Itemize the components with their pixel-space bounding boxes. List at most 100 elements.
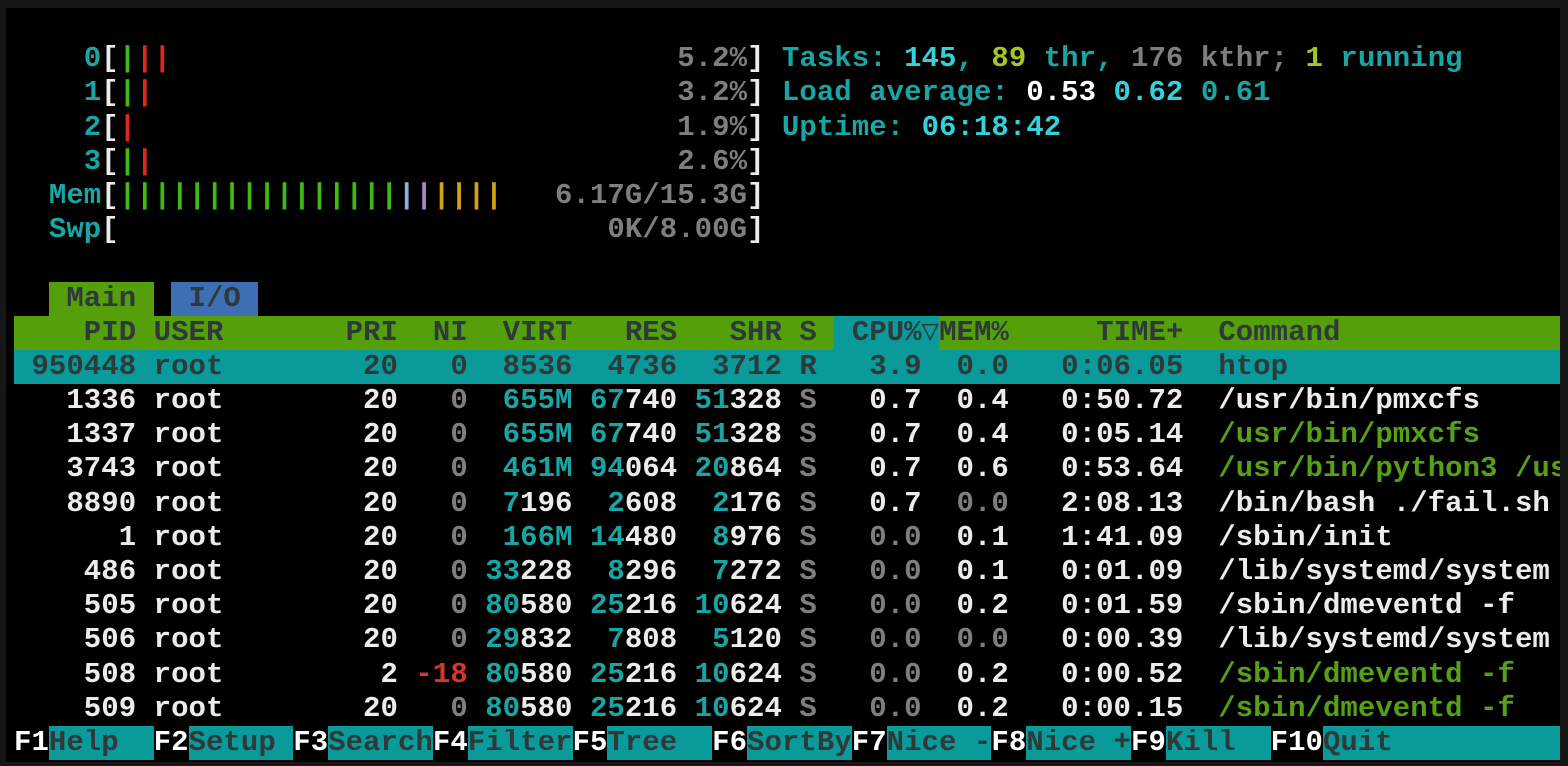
load-5min: 0.62 [1114, 76, 1184, 110]
sort-column-cpu[interactable]: CPU%▽ [834, 316, 939, 350]
cpu0-meter-line: 0[||| 5.2%] Tasks: 145, 89 thr, 176 kthr… [14, 42, 1560, 76]
cpu1-bars-kernel: | [136, 76, 153, 110]
f9-key[interactable]: F9 [1131, 726, 1166, 760]
f1-key[interactable]: F1 [14, 726, 49, 760]
cpu0-bars-kernel: || [136, 42, 171, 76]
meter-close-bracket: ] [747, 213, 764, 247]
command-cell: /usr/bin/pmxcfs [1183, 418, 1480, 452]
tasks-label: Tasks: [764, 42, 904, 76]
cpu0-label: 0 [14, 42, 101, 76]
uptime-label: Uptime: [764, 111, 921, 145]
kthread-count: 176 kthr; [1131, 42, 1306, 76]
f4-key[interactable]: F4 [433, 726, 468, 760]
process-row-486[interactable]: 486 root 20 0 33228 8296 7272 S 0.0 0.1 … [14, 555, 1560, 589]
load-15min: 0.61 [1201, 76, 1271, 110]
f8-nice-plus-button[interactable]: Nice + [1026, 726, 1131, 760]
cpu1-percent: 3.2% [154, 76, 747, 110]
process-row-509[interactable]: 509 root 20 0 80580 25216 10624 S 0.0 0.… [14, 692, 1560, 726]
swap-meter-line: Swp[ 0K/8.00G] [14, 213, 1560, 247]
command-cell: /bin/bash ./fail.sh [1183, 487, 1550, 521]
meter-open-bracket: [ [101, 42, 118, 76]
process-row-1337[interactable]: 1337 root 20 0 655M 67740 51328 S 0.7 0.… [14, 418, 1560, 452]
column-headers-left[interactable]: PID USER PRI NI VIRT RES SHR S [14, 316, 834, 350]
column-headers-right[interactable]: MEM% TIME+ Command [939, 316, 1560, 350]
f3-search-button[interactable]: Search [328, 726, 433, 760]
meter-open-bracket: [ [101, 145, 118, 179]
f9-kill-button[interactable]: Kill [1166, 726, 1271, 760]
process-row-950448-selected[interactable]: 950448 root 20 0 8536 4736 3712 R 3.9 0.… [14, 350, 1560, 384]
swp-label: Swp [14, 213, 101, 247]
cpu3-bars-kernel: | [136, 145, 153, 179]
swp-value: 0K/8.00G [119, 213, 747, 247]
f5-key[interactable]: F5 [573, 726, 608, 760]
f4-filter-button[interactable]: Filter [468, 726, 573, 760]
f5-tree-button[interactable]: Tree [607, 726, 712, 760]
meter-close-bracket: ] [747, 111, 764, 145]
uptime-value: 06:18:42 [922, 111, 1062, 145]
f6-key[interactable]: F6 [712, 726, 747, 760]
meter-close-bracket: ] [747, 42, 764, 76]
command-cell: /usr/bin/pmxcfs [1183, 384, 1480, 418]
command-cell: /sbin/dmeventd -f [1183, 589, 1515, 623]
f2-key[interactable]: F2 [154, 726, 189, 760]
mem-bars-used: |||||||||||||||| [119, 179, 398, 213]
command-cell: /usr/bin/python3 /us [1183, 452, 1560, 486]
cpu2-bars-kernel: | [119, 111, 136, 145]
spacer-line [14, 247, 1560, 281]
f7-key[interactable]: F7 [852, 726, 887, 760]
meter-open-bracket: [ [101, 76, 118, 110]
process-row-8890[interactable]: 8890 root 20 0 7196 2608 2176 S 0.7 0.0 … [14, 487, 1560, 521]
selected-row-text: 950448 root 20 0 8536 4736 3712 R 3.9 0.… [14, 350, 1560, 384]
process-row-505[interactable]: 505 root 20 0 80580 25216 10624 S 0.0 0.… [14, 589, 1560, 623]
process-row-1336[interactable]: 1336 root 20 0 655M 67740 51328 S 0.7 0.… [14, 384, 1560, 418]
mem-bars-buffers: | [398, 179, 415, 213]
tasks-count: 145 [904, 42, 956, 76]
command-cell: /lib/systemd/system [1183, 623, 1550, 657]
f10-quit-button[interactable]: Quit [1323, 726, 1560, 760]
tab-io[interactable]: I/O [171, 282, 258, 316]
f8-key[interactable]: F8 [991, 726, 1026, 760]
thread-count: 89 [991, 42, 1026, 76]
command-cell: /sbin/dmeventd -f [1183, 692, 1515, 726]
f1-help-button[interactable]: Help [49, 726, 154, 760]
command-cell: /lib/systemd/system [1183, 555, 1550, 589]
terminal: 0[||| 5.2%] Tasks: 145, 89 thr, 176 kthr… [6, 8, 1560, 762]
cpu1-bars-normal: | [119, 76, 136, 110]
meter-open-bracket: [ [101, 179, 118, 213]
spacer-line [14, 8, 1560, 42]
f10-key[interactable]: F10 [1271, 726, 1323, 760]
mem-bars-cache: |||| [433, 179, 503, 213]
memory-meter-line: Mem[|||||||||||||||||||||| 6.17G/15.3G] [14, 179, 1560, 213]
process-row-506[interactable]: 506 root 20 0 29832 7808 5120 S 0.0 0.0 … [14, 623, 1560, 657]
screen-tabs: Main I/O [14, 282, 1560, 316]
nice-value-negative: -18 [415, 658, 467, 692]
table-header[interactable]: PID USER PRI NI VIRT RES SHR S CPU%▽MEM%… [14, 316, 1560, 350]
cpu3-percent: 2.6% [154, 145, 747, 179]
f7-nice-minus-button[interactable]: Nice - [887, 726, 992, 760]
tab-main[interactable]: Main [49, 282, 154, 316]
meter-close-bracket: ] [747, 76, 764, 110]
f3-key[interactable]: F3 [293, 726, 328, 760]
cpu1-label: 1 [14, 76, 101, 110]
mem-value: 6.17G/15.3G [503, 179, 747, 213]
mem-label: Mem [14, 179, 101, 213]
meter-close-bracket: ] [747, 145, 764, 179]
f2-setup-button[interactable]: Setup [189, 726, 294, 760]
cpu2-label: 2 [14, 111, 101, 145]
process-row-1[interactable]: 1 root 20 0 166M 14480 8976 S 0.0 0.1 1:… [14, 521, 1560, 555]
function-key-bar: F1Help F2Setup F3SearchF4FilterF5Tree F6… [14, 726, 1560, 760]
command-cell: /sbin/init [1183, 521, 1392, 555]
cpu2-percent: 1.9% [136, 111, 747, 145]
mem-bars-shared: | [415, 179, 432, 213]
f6-sortby-button[interactable]: SortBy [747, 726, 852, 760]
cpu0-percent: 5.2% [171, 42, 747, 76]
load-1min: 0.53 [1026, 76, 1096, 110]
process-row-508[interactable]: 508 root 2 -18 80580 25216 10624 S 0.0 0… [14, 658, 1560, 692]
load-average-label: Load average: [764, 76, 1026, 110]
htop-screen: { "palette": { "cyan": "#1aa5a5", "brigh… [0, 0, 1568, 766]
meter-open-bracket: [ [101, 111, 118, 145]
cpu1-meter-line: 1[|| 3.2%] Load average: 0.53 0.62 0.61 [14, 76, 1560, 110]
running-count: 1 [1306, 42, 1323, 76]
cpu0-bars-normal: | [119, 42, 136, 76]
process-row-3743[interactable]: 3743 root 20 0 461M 94064 20864 S 0.7 0.… [14, 452, 1560, 486]
